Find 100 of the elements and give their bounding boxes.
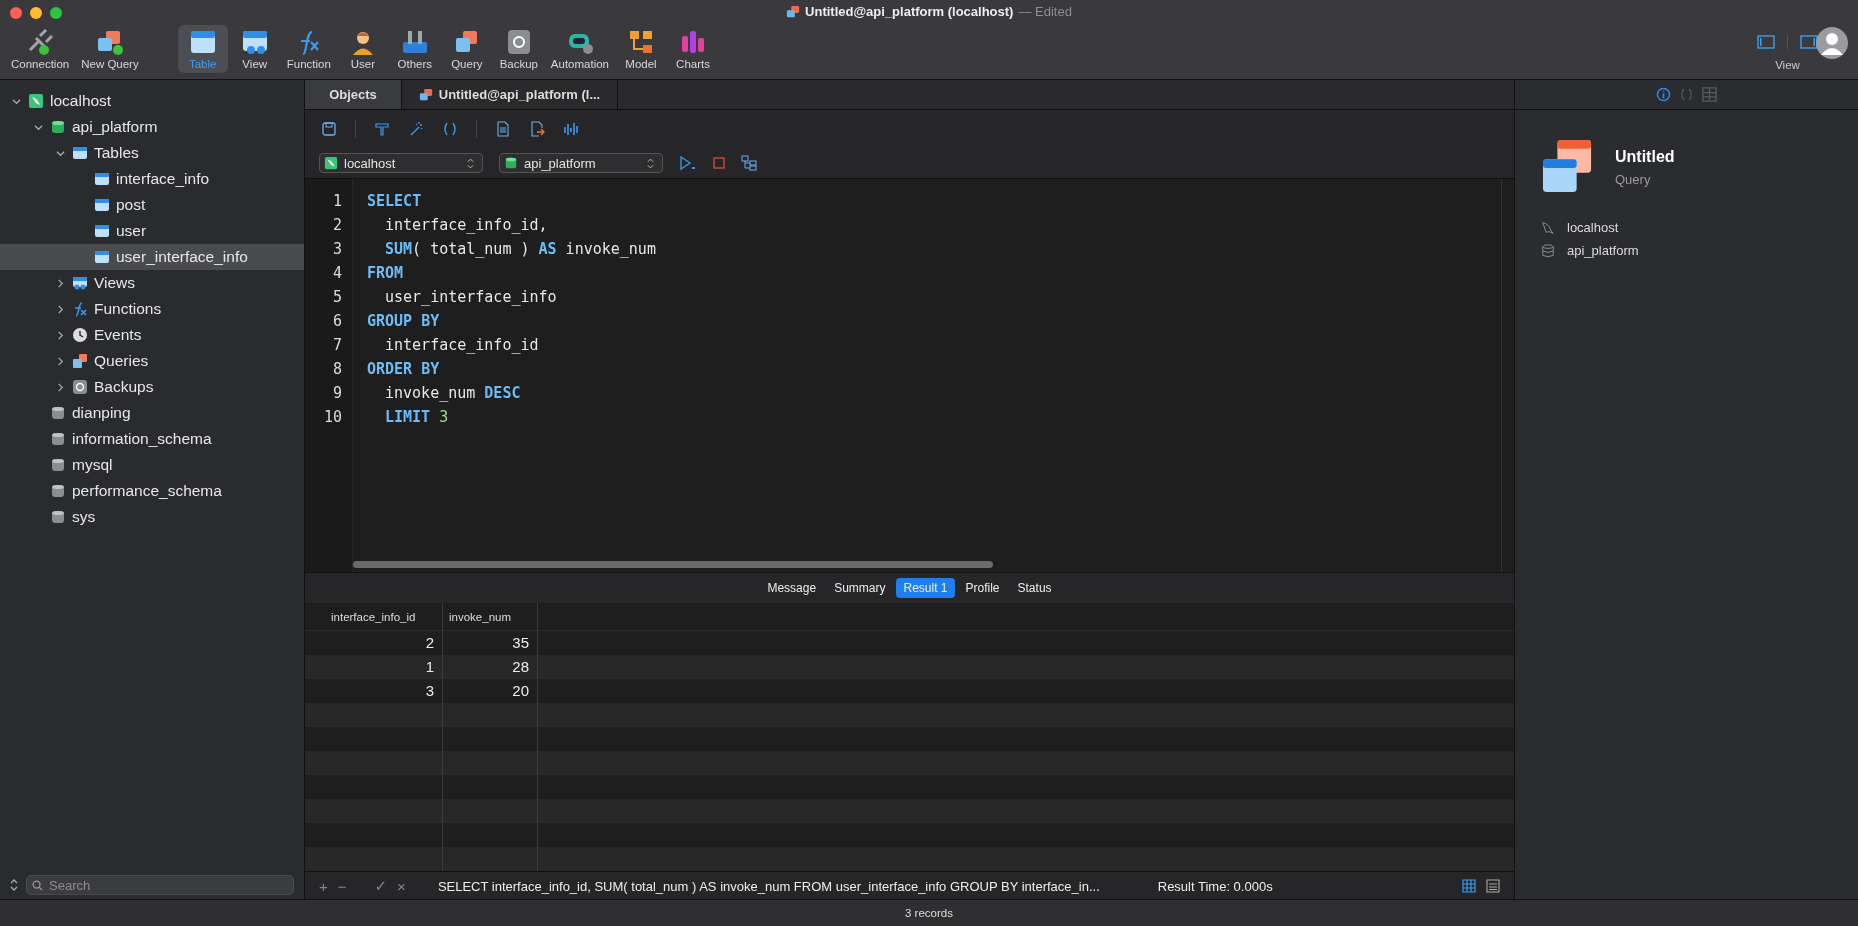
tree-item[interactable]: Backups xyxy=(0,374,304,400)
database-select[interactable]: api_platform xyxy=(499,153,663,173)
chevron-icon[interactable] xyxy=(11,96,21,106)
toolbar-button[interactable]: Automation xyxy=(545,25,614,73)
server-icon xyxy=(28,93,44,109)
toolbar-button[interactable]: Query xyxy=(441,25,492,73)
line-number: 3 xyxy=(331,239,343,260)
info-icon[interactable] xyxy=(1656,87,1671,102)
add-row-button[interactable]: + xyxy=(319,877,328,895)
tree-item[interactable]: post xyxy=(0,192,304,218)
chevron-icon[interactable] xyxy=(55,330,65,340)
remove-row-button[interactable]: − xyxy=(337,877,347,895)
connection-select[interactable]: localhost xyxy=(319,153,483,173)
code-line: user_interface_info xyxy=(384,287,558,308)
result-tab[interactable]: Message xyxy=(760,578,824,598)
code-line: invoke_num DESC xyxy=(384,383,522,404)
close-button[interactable] xyxy=(10,7,22,19)
toolbar-button[interactable]: Backup xyxy=(493,25,544,73)
query-icon xyxy=(786,4,801,19)
form-view-icon[interactable] xyxy=(1486,879,1500,893)
scrollbar[interactable] xyxy=(353,561,993,568)
record-count: 3 records xyxy=(905,907,953,919)
toolbar-button[interactable]: Function xyxy=(281,25,336,73)
result-tab[interactable]: Summary xyxy=(827,578,893,598)
tree-item[interactable]: user xyxy=(0,218,304,244)
toolbar-button[interactable]: New Query xyxy=(76,25,144,73)
object-type: Query xyxy=(1615,171,1652,187)
tree-item[interactable]: dianping xyxy=(0,400,304,426)
toolbar-button[interactable]: User xyxy=(337,25,388,73)
discard-button[interactable]: × xyxy=(397,877,406,895)
result-tab[interactable]: Status xyxy=(1010,578,1059,598)
tree-item[interactable]: information_schema xyxy=(0,426,304,452)
tree-item[interactable]: Views xyxy=(0,270,304,296)
code-line: FROM xyxy=(367,263,405,284)
database-icon xyxy=(504,156,518,170)
tree-item[interactable]: interface_info xyxy=(0,166,304,192)
chevron-icon[interactable] xyxy=(33,122,43,132)
tree-item[interactable]: Events xyxy=(0,322,304,348)
toolbar-button[interactable]: View xyxy=(229,25,280,73)
tree-item[interactable]: Tables xyxy=(0,140,304,166)
line-number: 7 xyxy=(331,335,343,356)
tree-item[interactable]: localhost xyxy=(0,88,304,114)
apply-button[interactable]: ✓ xyxy=(374,877,388,895)
run-icon[interactable] xyxy=(679,156,697,170)
toolbar-button[interactable]: Connection xyxy=(6,25,75,73)
search-field[interactable]: Search xyxy=(26,875,294,895)
updown-icon xyxy=(467,157,474,169)
zoom-button[interactable] xyxy=(50,7,62,19)
line-number: 1 xyxy=(331,191,343,212)
updown-icon xyxy=(647,157,654,169)
result-tab[interactable]: Profile xyxy=(958,578,1007,598)
table-icon xyxy=(94,249,110,265)
tree-item[interactable]: Queries xyxy=(0,348,304,374)
query-text: SELECT interface_info_id, SUM( total_num ) AS invoke_num FROM user_interface_info GROUP BY interface_in... xyxy=(437,878,1100,894)
format-icon[interactable] xyxy=(374,121,390,137)
query-icon xyxy=(1543,140,1593,194)
toolbar-button[interactable]: Charts xyxy=(668,25,718,73)
document-icon[interactable] xyxy=(495,121,511,137)
parentheses-icon[interactable] xyxy=(442,121,458,137)
column-header[interactable]: interface_info_id xyxy=(325,603,443,630)
code-line: interface_info_id, xyxy=(384,215,549,236)
stop-icon[interactable] xyxy=(713,157,725,169)
chevron-icon[interactable] xyxy=(55,304,65,314)
table-icon xyxy=(94,171,110,187)
chevron-icon[interactable] xyxy=(55,382,65,392)
result-tab[interactable]: Result 1 xyxy=(896,578,955,598)
chevron-icon[interactable] xyxy=(55,356,65,366)
line-number: 9 xyxy=(331,383,343,404)
export-icon[interactable] xyxy=(529,121,545,137)
tree-item[interactable]: performance_schema xyxy=(0,478,304,504)
chart-icon[interactable] xyxy=(563,121,579,137)
table-icon xyxy=(94,223,110,239)
left-panel-icon[interactable] xyxy=(1757,35,1775,49)
grid-view-icon[interactable] xyxy=(1462,879,1476,893)
tree-item[interactable]: Functions xyxy=(0,296,304,322)
tree-item[interactable]: sys xyxy=(0,504,304,530)
chevron-icon[interactable] xyxy=(55,148,65,158)
tree-item[interactable]: user_interface_info xyxy=(0,244,304,270)
table-icon xyxy=(94,197,110,213)
column-header[interactable]: invoke_num xyxy=(443,603,538,630)
database-icon xyxy=(1541,243,1555,258)
tree-item[interactable]: mysql xyxy=(0,452,304,478)
server-icon xyxy=(324,156,338,170)
right-panel-icon[interactable] xyxy=(1800,35,1818,49)
toolbar-button[interactable]: Others xyxy=(389,25,440,73)
avatar-icon[interactable] xyxy=(1816,27,1848,59)
events-icon xyxy=(72,327,88,343)
sort-icon[interactable] xyxy=(10,878,18,892)
result-time: Result Time: 0.000s xyxy=(1157,878,1273,894)
functions-icon xyxy=(72,301,88,317)
tab[interactable]: Objects xyxy=(305,80,402,109)
magic-wand-icon[interactable] xyxy=(408,121,424,137)
chevron-icon[interactable] xyxy=(55,278,65,288)
minimize-button[interactable] xyxy=(30,7,42,19)
line-number: 6 xyxy=(331,311,343,332)
save-icon[interactable] xyxy=(321,121,337,137)
toolbar-button[interactable]: Model xyxy=(616,25,666,73)
code-line: ORDER BY xyxy=(367,359,441,380)
tree-item[interactable]: api_platform xyxy=(0,114,304,140)
window-title: Untitled@api_platform (localhost) xyxy=(805,4,1014,19)
